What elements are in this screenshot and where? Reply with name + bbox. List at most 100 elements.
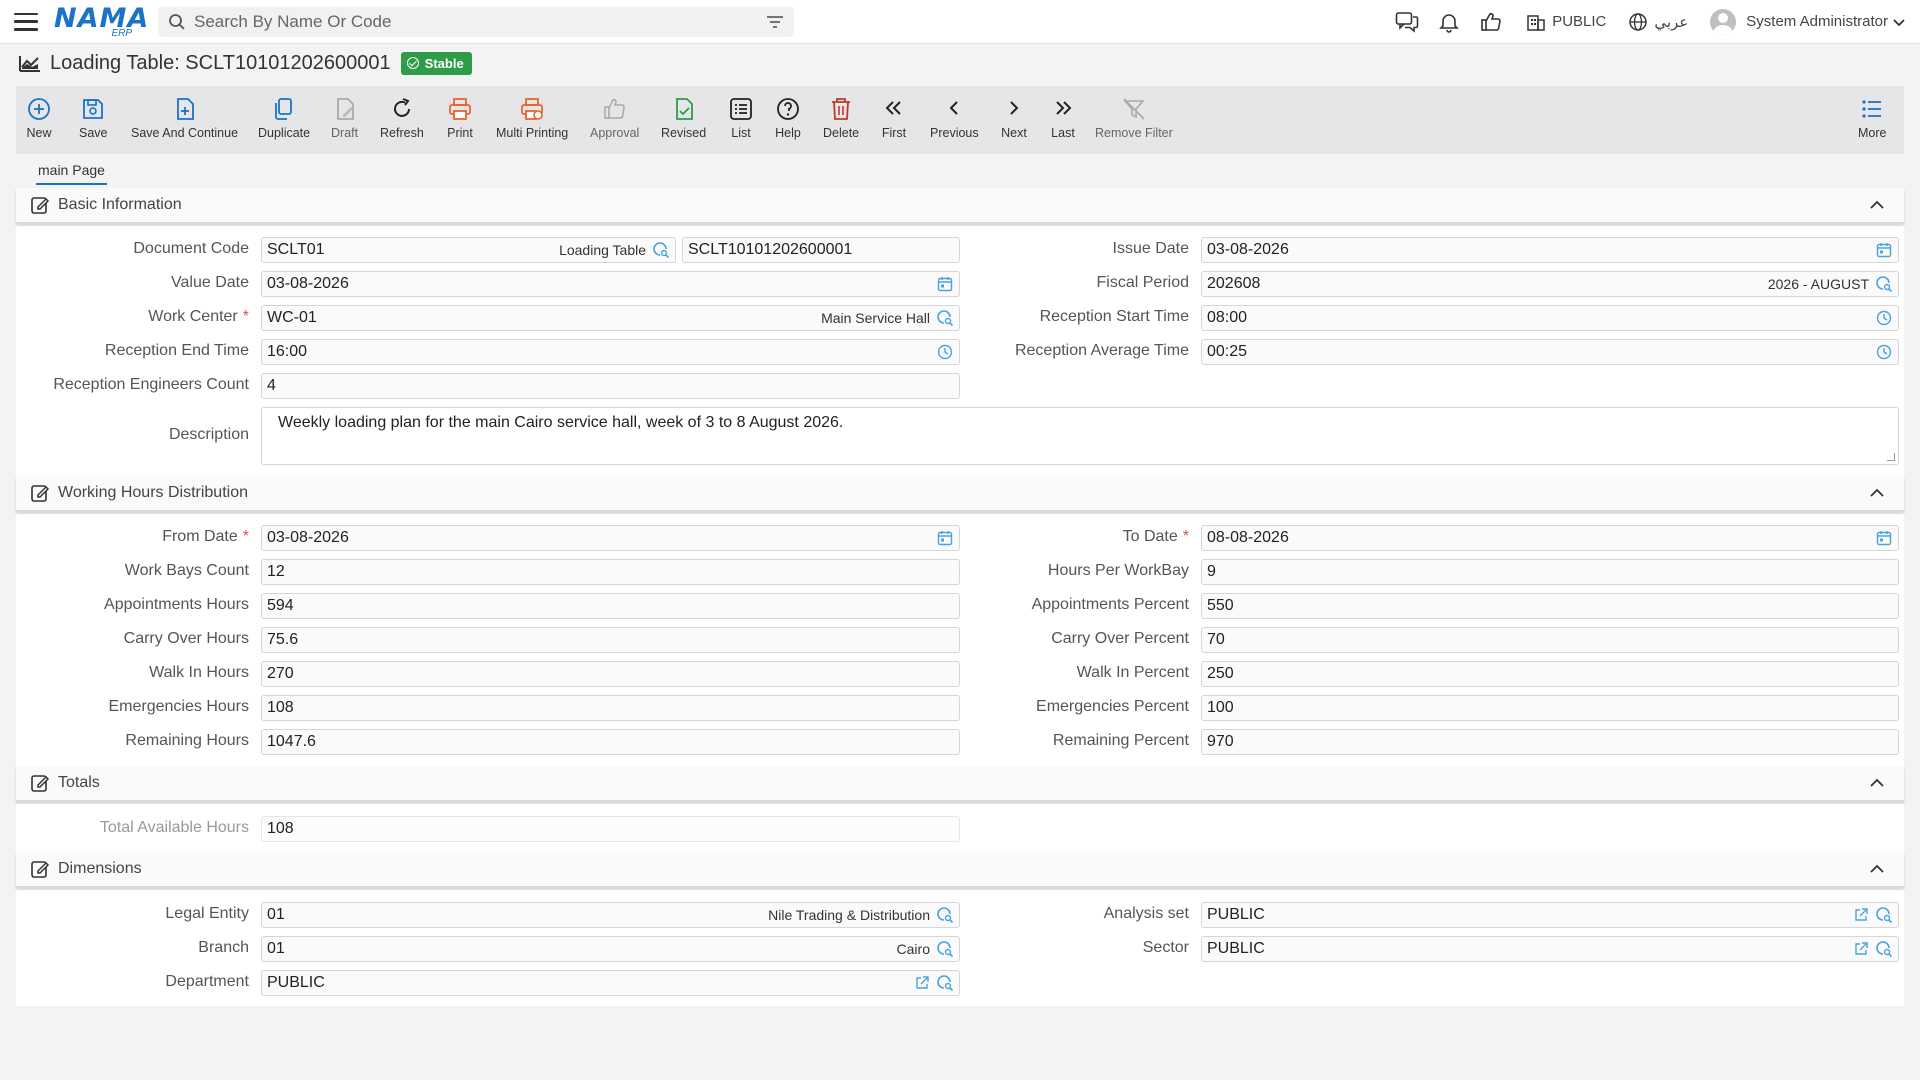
- work-center-field[interactable]: WC-01 Main Service Hall: [261, 305, 960, 331]
- external-link-icon[interactable]: [1852, 906, 1870, 924]
- section-basic-information[interactable]: Basic Information: [16, 188, 1904, 224]
- work-center-label: Work Center *: [148, 308, 249, 326]
- reception-start-field[interactable]: 08:00: [1201, 305, 1899, 331]
- reception-end-field[interactable]: 16:00: [261, 339, 960, 365]
- tab-main-page[interactable]: main Page: [36, 160, 107, 185]
- emergencies-hours-field[interactable]: 108: [261, 695, 960, 721]
- work-center-label-text: Work Center: [148, 308, 238, 325]
- draft-button[interactable]: Draft: [331, 86, 358, 154]
- carry-over-hours-field[interactable]: 75.6: [261, 627, 960, 653]
- remove-filter-button[interactable]: Remove Filter: [1095, 86, 1173, 154]
- new-button[interactable]: New: [26, 86, 52, 154]
- thumbs-up-icon[interactable]: [1478, 9, 1504, 35]
- user-menu[interactable]: System Administrator: [1710, 8, 1906, 35]
- language-selector[interactable]: عربي: [1628, 12, 1688, 32]
- chevron-up-icon[interactable]: [1868, 774, 1886, 792]
- save-button[interactable]: Save: [79, 86, 108, 154]
- chevron-up-icon[interactable]: [1868, 484, 1886, 502]
- value-date-field[interactable]: 03-08-2026: [261, 271, 960, 297]
- hamburger-icon[interactable]: [14, 12, 38, 31]
- lookup-search-icon[interactable]: [1875, 906, 1893, 924]
- print-button[interactable]: Print: [447, 86, 473, 154]
- appointments-hours-field[interactable]: 594: [261, 593, 960, 619]
- engineers-count-field[interactable]: 4: [261, 373, 960, 399]
- section-dimensions[interactable]: Dimensions: [16, 852, 1904, 888]
- walk-in-hours-field[interactable]: 270: [261, 661, 960, 687]
- delete-button[interactable]: Delete: [823, 86, 859, 154]
- emergencies-percent-field[interactable]: 100: [1201, 695, 1899, 721]
- emergencies-percent-value: 100: [1207, 699, 1234, 716]
- revised-button[interactable]: Revised: [661, 86, 706, 154]
- lookup-search-icon[interactable]: [936, 309, 954, 327]
- carry-over-hours-label: Carry Over Hours: [123, 630, 249, 647]
- legal-entity-field[interactable]: 01 Nile Trading & Distribution: [261, 902, 960, 928]
- section-totals[interactable]: Totals: [16, 766, 1904, 802]
- document-code-field[interactable]: SCLT01 Loading Table: [261, 237, 676, 263]
- sector-field[interactable]: PUBLIC: [1201, 936, 1899, 962]
- lookup-search-icon[interactable]: [1875, 275, 1893, 293]
- first-button[interactable]: First: [881, 86, 907, 154]
- engineers-count-label: Reception Engineers Count: [53, 376, 249, 393]
- top-right-actions: PUBLIC عربي System Administrator: [1378, 0, 1906, 44]
- value-date-value: 03-08-2026: [267, 275, 349, 292]
- analysis-set-field[interactable]: PUBLIC: [1201, 902, 1899, 928]
- description-textarea[interactable]: Weekly loading plan for the main Cairo s…: [261, 407, 1899, 465]
- to-date-field[interactable]: 08-08-2026: [1201, 525, 1899, 551]
- calendar-icon[interactable]: [1875, 241, 1893, 259]
- bell-icon[interactable]: [1436, 9, 1462, 35]
- remaining-hours-field[interactable]: 1047.6: [261, 729, 960, 755]
- hours-per-bay-field[interactable]: 9: [1201, 559, 1899, 585]
- global-search: [158, 6, 794, 37]
- work-bays-field[interactable]: 12: [261, 559, 960, 585]
- remaining-percent-field[interactable]: 970: [1201, 729, 1899, 755]
- reception-average-field[interactable]: 00:25: [1201, 339, 1899, 365]
- next-button[interactable]: Next: [1001, 86, 1027, 154]
- calendar-icon[interactable]: [1875, 529, 1893, 547]
- search-input[interactable]: [194, 11, 766, 32]
- lookup-search-icon[interactable]: [652, 241, 670, 259]
- chat-icon[interactable]: [1394, 9, 1420, 35]
- from-date-field[interactable]: 03-08-2026: [261, 525, 960, 551]
- calendar-icon[interactable]: [936, 529, 954, 547]
- clock-icon[interactable]: [1875, 309, 1893, 327]
- save-and-continue-button[interactable]: Save And Continue: [131, 86, 238, 154]
- work-center-value: WC-01: [267, 309, 317, 326]
- branch-selector[interactable]: PUBLIC: [1526, 12, 1606, 32]
- carry-over-percent-field[interactable]: 70: [1201, 627, 1899, 653]
- issue-date-field[interactable]: 03-08-2026: [1201, 237, 1899, 263]
- remaining-percent-label: Remaining Percent: [1052, 732, 1189, 749]
- fiscal-period-field[interactable]: 202608 2026 - AUGUST: [1201, 271, 1899, 297]
- chevron-up-icon[interactable]: [1868, 196, 1886, 214]
- walk-in-percent-field[interactable]: 250: [1201, 661, 1899, 687]
- lookup-search-icon[interactable]: [1875, 940, 1893, 958]
- help-button[interactable]: Help: [775, 86, 801, 154]
- resize-handle[interactable]: [1887, 453, 1895, 461]
- clock-icon[interactable]: [1875, 343, 1893, 361]
- issue-date-value: 03-08-2026: [1207, 241, 1289, 258]
- emergencies-hours-label: Emergencies Hours: [108, 698, 250, 715]
- section-working-hours[interactable]: Working Hours Distribution: [16, 476, 1904, 512]
- document-number-field[interactable]: SCLT10101202600001: [682, 237, 960, 263]
- lookup-search-icon[interactable]: [936, 974, 954, 992]
- list-button[interactable]: List: [728, 86, 754, 154]
- duplicate-button[interactable]: Duplicate: [258, 86, 310, 154]
- filter-icon[interactable]: [766, 14, 784, 30]
- refresh-button[interactable]: Refresh: [380, 86, 424, 154]
- multi-printing-button[interactable]: Multi Printing: [496, 86, 568, 154]
- appointments-percent-field[interactable]: 550: [1201, 593, 1899, 619]
- chevron-up-icon[interactable]: [1868, 860, 1886, 878]
- last-button[interactable]: Last: [1050, 86, 1076, 154]
- department-field[interactable]: PUBLIC: [261, 970, 960, 996]
- calendar-icon[interactable]: [936, 275, 954, 293]
- lookup-search-icon[interactable]: [936, 940, 954, 958]
- more-list-icon: [1862, 100, 1882, 118]
- more-button[interactable]: More: [1858, 86, 1886, 154]
- lookup-search-icon[interactable]: [936, 906, 954, 924]
- previous-button[interactable]: Previous: [930, 86, 979, 154]
- external-link-icon[interactable]: [1852, 940, 1870, 958]
- approval-button[interactable]: Approval: [590, 86, 639, 154]
- branch-field[interactable]: 01 Cairo: [261, 936, 960, 962]
- external-link-icon[interactable]: [913, 974, 931, 992]
- app-logo[interactable]: NAMA ERP: [54, 4, 148, 39]
- clock-icon[interactable]: [936, 343, 954, 361]
